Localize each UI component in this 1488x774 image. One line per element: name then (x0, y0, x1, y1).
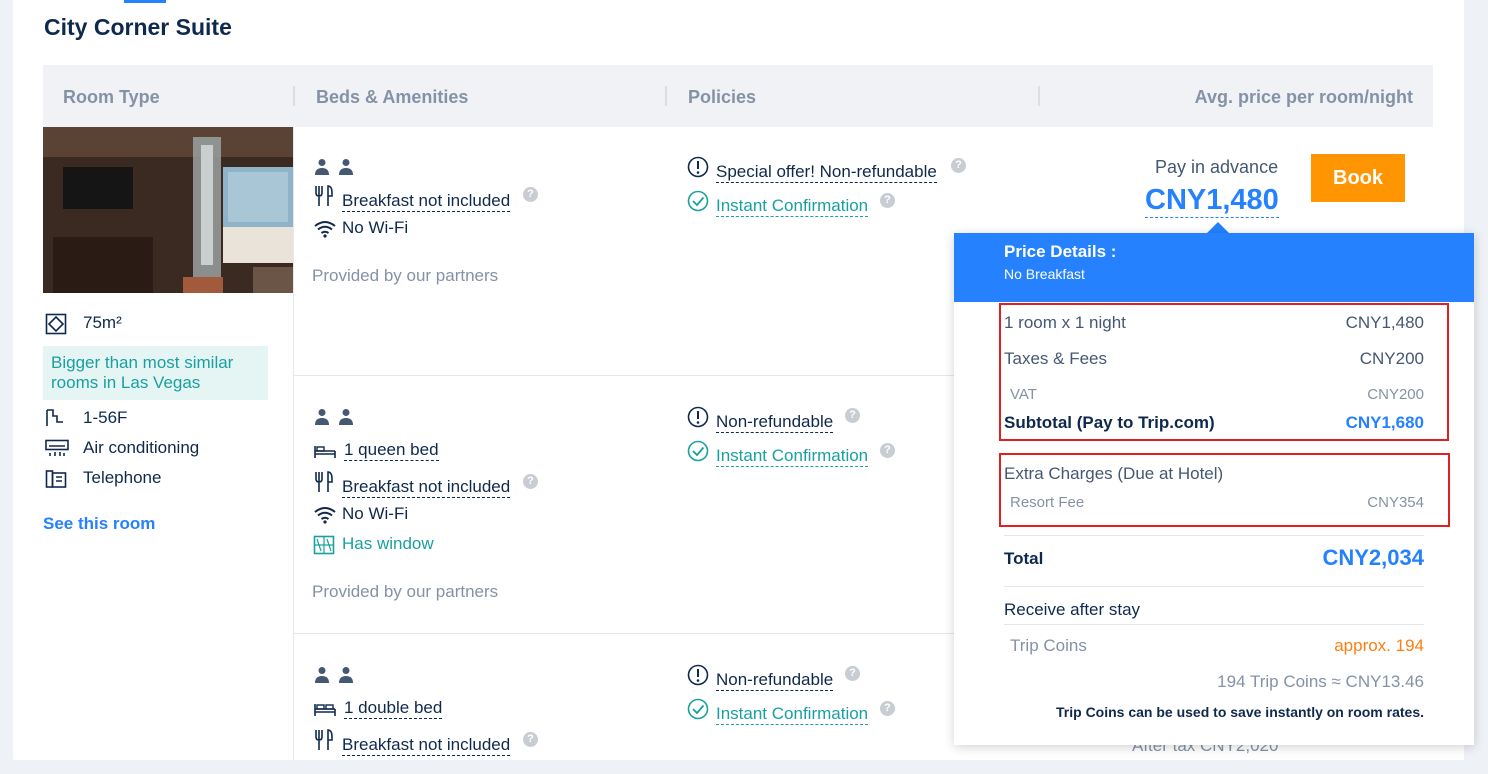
header-policies: Policies (688, 87, 757, 107)
breakfast-icon (313, 470, 335, 499)
subtotal-value: CNY1,680 (1345, 413, 1424, 432)
taxes-label: Taxes & Fees (1004, 349, 1107, 368)
payment-type: Pay in advance (1155, 157, 1279, 177)
resort-fee-label: Resort Fee (1010, 494, 1085, 511)
room-highlight-badge: Bigger than most similar rooms in Las Ve… (43, 346, 268, 400)
room-night-value: CNY1,480 (1345, 313, 1424, 332)
trip-coins-note: Trip Coins can be used to save instantly… (1056, 704, 1424, 720)
column-divider (293, 127, 294, 760)
cancellation-policy[interactable]: Non-refundable (716, 412, 834, 433)
bed-icon (313, 442, 337, 465)
breakfast-help-icon[interactable]: ? (523, 732, 538, 747)
row-divider (293, 633, 954, 634)
wifi-icon (313, 220, 337, 243)
header-divider (293, 86, 295, 106)
see-this-room-link[interactable]: See this room (43, 514, 155, 534)
instant-confirmation[interactable]: Instant Confirmation (716, 704, 869, 725)
policy-info-icon (687, 664, 709, 691)
window-icon (313, 535, 335, 560)
guests-icon (313, 666, 357, 689)
taxes-value: CNY200 (1359, 349, 1424, 368)
header-price: Avg. price per room/night (1194, 87, 1413, 107)
room-title: City Corner Suite (44, 14, 232, 40)
header-beds: Beds & Amenities (316, 87, 469, 107)
policy-help-icon[interactable]: ? (845, 666, 860, 681)
guests-icon (313, 408, 357, 431)
window-feature: Has window (342, 534, 434, 553)
confirmation-help-icon[interactable]: ? (880, 193, 895, 208)
policy-info-icon (687, 406, 709, 433)
policy-help-icon[interactable]: ? (845, 408, 860, 423)
room-size-icon (45, 313, 67, 340)
confirmation-check-icon (687, 698, 709, 725)
bed-type[interactable]: 1 queen bed (344, 440, 439, 461)
wifi-icon (313, 506, 337, 529)
bed-type[interactable]: 1 double bed (344, 698, 443, 719)
table-header: Room Type Beds & Amenities Policies Avg.… (43, 65, 1433, 127)
bed-icon (313, 700, 337, 723)
floor-icon (45, 408, 67, 433)
air-conditioning-icon (45, 439, 69, 462)
confirmation-check-icon (687, 440, 709, 467)
total-value: CNY2,034 (1322, 545, 1424, 570)
room-size: 75m² (83, 313, 122, 332)
breakfast-icon (313, 184, 335, 213)
guests-icon (313, 158, 357, 181)
telephone-icon (45, 469, 67, 494)
extra-charges-label: Extra Charges (Due at Hotel) (1004, 464, 1224, 483)
receive-after-stay-label: Receive after stay (1004, 600, 1141, 619)
popup-divider (1004, 586, 1424, 587)
instant-confirmation[interactable]: Instant Confirmation (716, 446, 869, 467)
breakfast-icon (313, 728, 335, 757)
instant-confirmation[interactable]: Instant Confirmation (716, 196, 869, 217)
trip-coins-value: approx. 194 (1334, 636, 1424, 655)
cancellation-policy[interactable]: Special offer! Non-refundable (716, 162, 937, 183)
provider-note: Provided by our partners (312, 266, 499, 285)
book-button[interactable]: Book (1311, 154, 1405, 202)
header-divider (665, 86, 667, 106)
page-bottom-gutter (0, 760, 1488, 774)
popup-subtitle: No Breakfast (1004, 266, 1085, 282)
confirmation-check-icon (687, 190, 709, 217)
cancellation-policy[interactable]: Non-refundable (716, 670, 834, 691)
breakfast-status[interactable]: Breakfast not included (342, 191, 511, 212)
popup-divider (1004, 624, 1424, 625)
breakfast-status[interactable]: Breakfast not included (342, 735, 511, 756)
air-conditioning: Air conditioning (83, 438, 200, 457)
confirmation-help-icon[interactable]: ? (880, 701, 895, 716)
breakfast-status[interactable]: Breakfast not included (342, 477, 511, 498)
header-room-type: Room Type (63, 87, 160, 107)
popup-arrow (1207, 222, 1229, 233)
header-divider (1038, 86, 1040, 106)
popup-header: Price Details : No Breakfast (954, 233, 1474, 302)
resort-fee-value: CNY354 (1367, 494, 1424, 511)
policy-info-icon (687, 156, 709, 183)
price-details-popup: Price Details : No Breakfast 1 room x 1 … (954, 233, 1474, 745)
confirmation-help-icon[interactable]: ? (880, 443, 895, 458)
trip-coins-conversion: 194 Trip Coins ≈ CNY13.46 (1217, 672, 1424, 691)
room-photo[interactable] (43, 127, 293, 293)
vat-label: VAT (1010, 386, 1037, 403)
active-tab-indicator (124, 0, 166, 3)
row-divider (293, 375, 954, 376)
wifi-status: No Wi-Fi (342, 504, 409, 523)
trip-coins-label: Trip Coins (1010, 636, 1087, 655)
floor-range: 1-56F (83, 408, 128, 427)
wifi-status: No Wi-Fi (342, 218, 409, 237)
vat-value: CNY200 (1367, 386, 1424, 403)
provider-note: Provided by our partners (312, 582, 499, 601)
popup-divider (1004, 535, 1424, 536)
room-night-label: 1 room x 1 night (1004, 313, 1126, 332)
popup-title: Price Details : (1004, 242, 1117, 261)
policy-help-icon[interactable]: ? (951, 158, 966, 173)
subtotal-label: Subtotal (Pay to Trip.com) (1004, 413, 1215, 432)
telephone: Telephone (83, 468, 162, 487)
breakfast-help-icon[interactable]: ? (523, 187, 538, 202)
total-label: Total (1004, 549, 1044, 568)
breakfast-help-icon[interactable]: ? (523, 474, 538, 489)
room-price[interactable]: CNY1,480 (1145, 183, 1279, 218)
